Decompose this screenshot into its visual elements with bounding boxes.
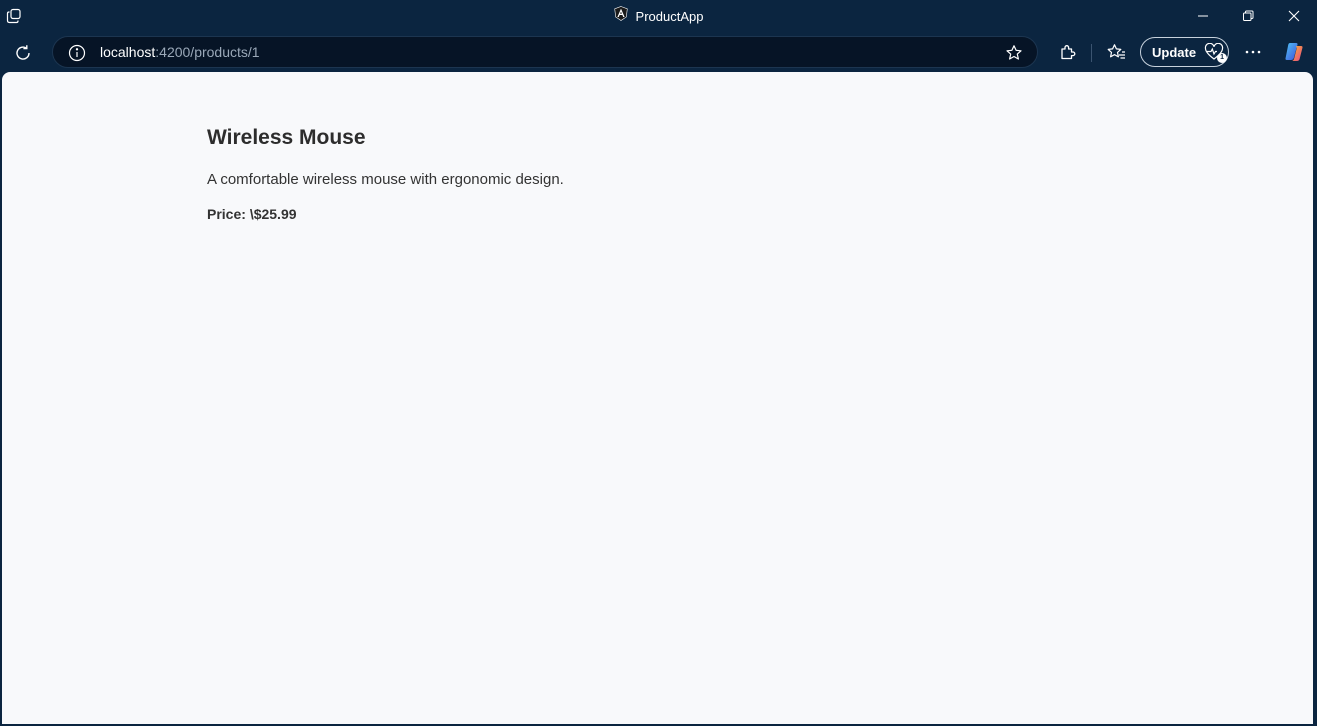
url-path: :4200/products/1 [155, 44, 260, 60]
restore-button[interactable] [1225, 0, 1271, 32]
heart-pulse-icon: 1 [1204, 42, 1228, 63]
more-options-icon[interactable] [1240, 40, 1266, 64]
window-title-text: ProductApp [635, 8, 704, 24]
product-description: A comfortable wireless mouse with ergono… [207, 171, 564, 188]
product-detail: Wireless Mouse A comfortable wireless mo… [207, 126, 907, 222]
title-bar: ProductApp [0, 0, 1317, 32]
angular-logo-icon [613, 6, 628, 26]
workspaces-icon[interactable] [4, 6, 24, 26]
close-button[interactable] [1271, 0, 1317, 32]
extensions-icon[interactable] [1056, 40, 1080, 64]
update-label: Update [1152, 44, 1197, 60]
favorites-icon[interactable] [1104, 40, 1128, 64]
toolbar-divider [1091, 44, 1092, 62]
url-host: localhost [100, 44, 156, 60]
refresh-button[interactable] [10, 40, 36, 66]
window-title: ProductApp [0, 0, 1317, 32]
price-label: Price: [207, 206, 246, 222]
page-viewport: Wireless Mouse A comfortable wireless mo… [2, 72, 1313, 724]
minimize-button[interactable] [1180, 0, 1226, 32]
url-text[interactable]: localhost:4200/products/1 [100, 37, 260, 67]
update-count-badge: 1 [1217, 53, 1228, 63]
site-info-icon[interactable] [67, 43, 87, 63]
product-price: Price: \$25.99 [207, 206, 907, 222]
browser-window: ProductApp localhost:4200/products/1 Upd… [0, 0, 1317, 726]
price-value: \$25.99 [249, 206, 297, 222]
favorite-star-icon[interactable] [1003, 42, 1025, 64]
update-button[interactable]: Update 1 [1140, 37, 1229, 67]
product-name: Wireless Mouse [207, 126, 366, 149]
copilot-icon[interactable] [1282, 40, 1306, 64]
browser-toolbar: localhost:4200/products/1 Update 1 [0, 32, 1317, 72]
address-bar[interactable]: localhost:4200/products/1 [52, 36, 1038, 68]
